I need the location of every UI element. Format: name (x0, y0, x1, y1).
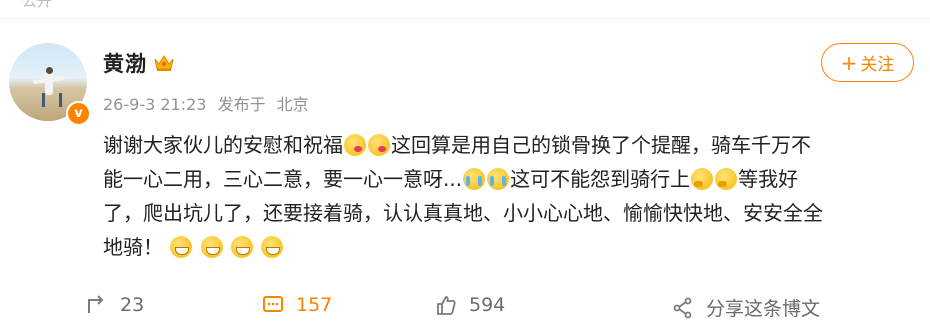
post-meta: 26-9-3 21:23 发布于 北京 (103, 91, 315, 115)
crying-emoji-icon (463, 168, 486, 190)
avatar-figure-legs (42, 93, 62, 107)
grin-emoji-icon (261, 236, 284, 258)
action-bar: 23 157 594 分享这条博文 (0, 292, 930, 322)
comment-icon (263, 296, 283, 312)
follow-button[interactable]: + 关注 (821, 43, 914, 82)
post-source: 发布于 (217, 95, 266, 114)
kiss-emoji-icon (344, 134, 366, 156)
post-text-segment: 了，爬出坑儿了，还要接着骑，认认真真地、小小心心地、愉愉快快地、安安全全 (103, 201, 823, 225)
verified-icon: v (66, 101, 91, 126)
grin-emoji-icon (200, 236, 223, 258)
grin-emoji-icon (170, 236, 193, 258)
post-text-segment: 谢谢大家伙儿的安慰和祝福 (103, 133, 343, 157)
share-label: 分享这条博文 (706, 298, 821, 320)
thinking-emoji-icon (691, 168, 714, 190)
like-icon (437, 296, 456, 315)
post-timestamp[interactable]: 26-9-3 21:23 (103, 95, 206, 114)
like-count: 594 (469, 294, 506, 316)
post-text-segment: 能一心二用，三心二意，要一心一意呀... (103, 167, 463, 191)
avatar-figure (45, 73, 53, 95)
repost-button[interactable]: 23 (86, 294, 144, 316)
post-location: 北京 (276, 95, 309, 114)
share-button[interactable]: 分享这条博文 (672, 294, 820, 321)
post-text-segment: 这可不能怨到骑行上 (510, 167, 691, 191)
repost-icon (88, 295, 104, 313)
plus-icon: + (840, 50, 858, 75)
kiss-emoji-icon (368, 134, 390, 156)
divider (0, 18, 930, 19)
like-button[interactable]: 594 (435, 294, 505, 316)
repost-count: 23 (120, 294, 145, 316)
follow-label: 关注 (860, 55, 895, 75)
avatar-figure-head (46, 67, 53, 74)
post-text-segment: 地骑！ (103, 235, 163, 259)
comment-count: 157 (296, 294, 333, 316)
top-clipped-text: 公开 (22, 0, 53, 10)
comment-button[interactable]: 157 (262, 294, 332, 316)
author-name[interactable]: 黄渤 (103, 48, 147, 78)
thinking-emoji-icon (715, 168, 738, 190)
grin-emoji-icon (231, 236, 254, 258)
post-text-segment: 等我好 (738, 167, 799, 191)
crying-emoji-icon (487, 168, 510, 190)
crown-icon (154, 55, 174, 71)
post-text-segment: 这回算是用自己的锁骨换了个提醒，骑车千万不 (391, 133, 811, 157)
post-content: 谢谢大家伙儿的安慰和祝福 这回算是用自己的锁骨换了个提醒，骑车千万不 能一心二用，… (103, 128, 915, 264)
share-icon (673, 297, 692, 318)
